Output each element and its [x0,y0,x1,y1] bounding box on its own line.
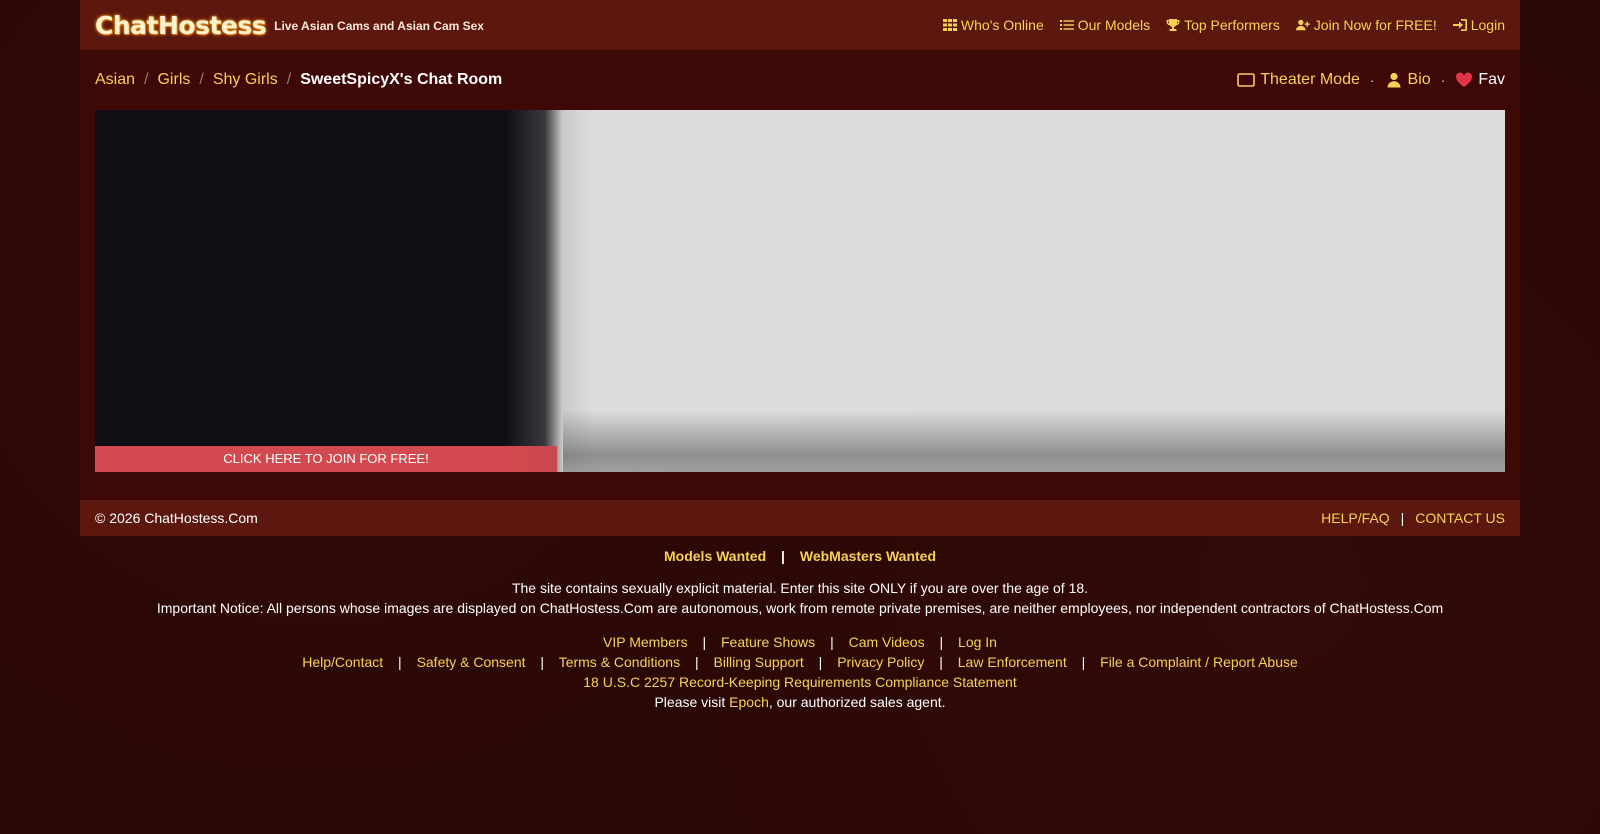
theater-mode-button[interactable]: Theater Mode [1237,71,1360,89]
links-separator: | [939,634,944,650]
wanted-separator: | [781,548,785,564]
user-icon [1387,72,1401,88]
links-separator: | [830,634,834,650]
safety-consent-link[interactable]: Safety & Consent [417,654,526,670]
main-panel: Asian / Girls / Shy Girls / SweetSpicyX'… [80,50,1520,500]
links-separator: | [702,634,707,650]
page-container: ChatHostess Live Asian Cams and Asian Ca… [80,0,1520,536]
report-abuse-link[interactable]: File a Complaint / Report Abuse [1100,654,1298,670]
top-navbar: ChatHostess Live Asian Cams and Asian Ca… [80,0,1520,50]
bio-button[interactable]: Bio [1385,71,1431,89]
breadcrumb-separator: / [286,71,292,88]
terms-conditions-link[interactable]: Terms & Conditions [559,654,680,670]
footer-separator: | [1400,510,1405,526]
nav-top-performers-label: Top Performers [1184,17,1280,33]
fav-button[interactable]: Fav [1455,71,1505,89]
list-icon [1059,20,1074,30]
site-bottom: Models Wanted | WebMasters Wanted The si… [0,548,1600,712]
nav-join-now-label: Join Now for FREE! [1313,17,1437,33]
privacy-policy-link[interactable]: Privacy Policy [837,654,924,670]
links-separator: | [939,654,943,670]
compliance-statement-link[interactable]: 18 U.S.C 2257 Record-Keeping Requirement… [583,674,1016,690]
law-enforcement-link[interactable]: Law Enforcement [958,654,1067,670]
breadcrumb-item-asian[interactable]: Asian [95,71,135,89]
links-separator: | [398,654,402,670]
theater-icon [1237,73,1256,87]
chat-panel[interactable] [563,110,1505,472]
log-in-link[interactable]: Log In [958,634,997,650]
room-tools: Theater Mode · Bio · Fav [1237,71,1505,89]
nav-login-label: Login [1470,17,1505,33]
tools-separator: · [1369,72,1375,88]
site-logo[interactable]: ChatHostess [95,11,267,40]
nav-our-models[interactable]: Our Models [1059,17,1151,33]
chat-room-stage: CLICK HERE TO JOIN FOR FREE! [95,110,1505,472]
nav-login[interactable]: Login [1452,17,1505,33]
copyright: © 2026 ChatHostess.Com [95,510,258,526]
page-title: SweetSpicyX's Chat Room [300,71,503,88]
nav-join-now[interactable]: Join Now for FREE! [1295,17,1437,33]
legal-notice: The site contains sexually explicit mate… [0,578,1600,618]
age-notice: The site contains sexually explicit mate… [511,580,1089,596]
visit-suffix: , our authorized sales agent. [768,694,946,710]
help-contact-link[interactable]: Help/Contact [302,654,383,670]
trophy-icon [1166,19,1180,31]
epoch-link[interactable]: Epoch [729,694,769,710]
vip-members-link[interactable]: VIP Members [603,634,688,650]
visit-prefix: Please visit [654,694,730,710]
footer-links-row-1: VIP Members | Feature Shows | Cam Videos… [0,632,1600,652]
feature-shows-link[interactable]: Feature Shows [721,634,815,650]
room-header: Asian / Girls / Shy Girls / SweetSpicyX'… [95,50,1505,110]
brand[interactable]: ChatHostess Live Asian Cams and Asian Ca… [95,11,484,40]
main-nav: Who's Online Our Models Top Performers J… [942,17,1505,33]
nav-our-models-label: Our Models [1077,17,1151,33]
breadcrumb-separator: / [144,71,149,88]
nav-whos-online[interactable]: Who's Online [942,17,1044,33]
breadcrumb: Asian / Girls / Shy Girls / SweetSpicyX'… [95,71,502,89]
contact-us-link[interactable]: CONTACT US [1415,510,1505,526]
tools-separator: · [1440,72,1446,88]
links-separator: | [1081,654,1086,670]
nav-top-performers[interactable]: Top Performers [1166,17,1280,33]
footer-links-row-2: Help/Contact | Safety & Consent | Terms … [0,652,1600,672]
models-wanted-link[interactable]: Models Wanted [664,548,766,564]
nav-whos-online-label: Who's Online [960,17,1044,33]
breadcrumb-separator: / [199,71,204,88]
compliance-row: 18 U.S.C 2257 Record-Keeping Requirement… [0,672,1600,692]
billing-support-link[interactable]: Billing Support [714,654,804,670]
grid-icon [942,19,957,31]
links-separator: | [694,654,699,670]
video-player[interactable]: CLICK HERE TO JOIN FOR FREE! [95,110,563,472]
help-faq-link[interactable]: HELP/FAQ [1321,510,1389,526]
fav-label: Fav [1478,71,1505,88]
important-notice: Important Notice: All persons whose imag… [156,600,1444,616]
breadcrumb-item-shy-girls[interactable]: Shy Girls [213,71,278,89]
wanted-links: Models Wanted | WebMasters Wanted [0,548,1600,564]
theater-mode-label: Theater Mode [1260,71,1360,88]
site-tagline: Live Asian Cams and Asian Cam Sex [274,19,484,33]
breadcrumb-item-girls[interactable]: Girls [157,71,190,89]
links-separator: | [818,654,823,670]
footer-bar: © 2026 ChatHostess.Com HELP/FAQ | CONTAC… [80,500,1520,536]
links-separator: | [540,654,545,670]
heart-icon [1456,72,1473,87]
join-free-button[interactable]: CLICK HERE TO JOIN FOR FREE! [95,446,557,472]
bio-label: Bio [1407,71,1431,88]
sales-agent-row: Please visit Epoch, our authorized sales… [0,692,1600,712]
user-plus-icon [1295,19,1310,31]
cam-videos-link[interactable]: Cam Videos [849,634,925,650]
sign-in-icon [1452,19,1467,31]
webmasters-wanted-link[interactable]: WebMasters Wanted [800,548,936,564]
footer-links: HELP/FAQ | CONTACT US [1321,510,1505,526]
